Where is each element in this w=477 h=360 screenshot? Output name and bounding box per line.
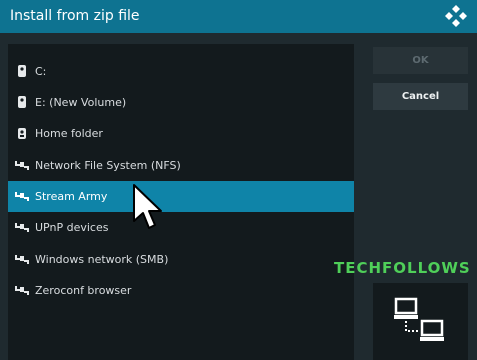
list-item-label: Home folder [35,127,103,140]
list-item-zeroconf[interactable]: Zeroconf browser [8,275,354,306]
network-icon [15,192,29,201]
list-item-smb[interactable]: Windows network (SMB) [8,244,354,275]
source-list: C: E: (New Volume) Home folder Network F… [8,44,354,360]
list-item-e-drive[interactable]: E: (New Volume) [8,87,354,118]
list-item-label: Windows network (SMB) [35,253,169,266]
dialog-title: Install from zip file [10,8,140,24]
ok-button[interactable]: OK [373,47,468,74]
list-item-label: Zeroconf browser [35,284,132,297]
kodi-logo-icon [445,5,467,27]
network-tile [373,283,468,360]
list-item-label: Network File System (NFS) [35,159,181,172]
network-icon [15,161,29,170]
home-folder-icon [18,128,26,139]
list-item-home-folder[interactable]: Home folder [8,118,354,149]
network-icon [15,286,29,295]
watermark: TECHFOLLOWS [334,259,471,277]
cancel-button[interactable]: Cancel [373,83,468,110]
list-item-nfs[interactable]: Network File System (NFS) [8,150,354,181]
list-item-label: C: [35,65,47,78]
list-item-upnp[interactable]: UPnP devices [8,212,354,243]
drive-icon [18,96,26,108]
list-item-c-drive[interactable]: C: [8,56,354,87]
list-item-label: Stream Army [35,190,108,203]
mouse-cursor-icon [133,184,162,229]
network-computers-icon [394,297,444,341]
network-icon [15,223,29,232]
title-bar: Install from zip file [0,0,477,33]
dialog-body: C: E: (New Volume) Home folder Network F… [0,33,477,360]
network-icon [15,255,29,264]
drive-icon [18,65,26,77]
list-item-stream-army[interactable]: Stream Army [8,181,354,212]
list-item-label: E: (New Volume) [35,96,127,109]
list-item-label: UPnP devices [35,221,109,234]
